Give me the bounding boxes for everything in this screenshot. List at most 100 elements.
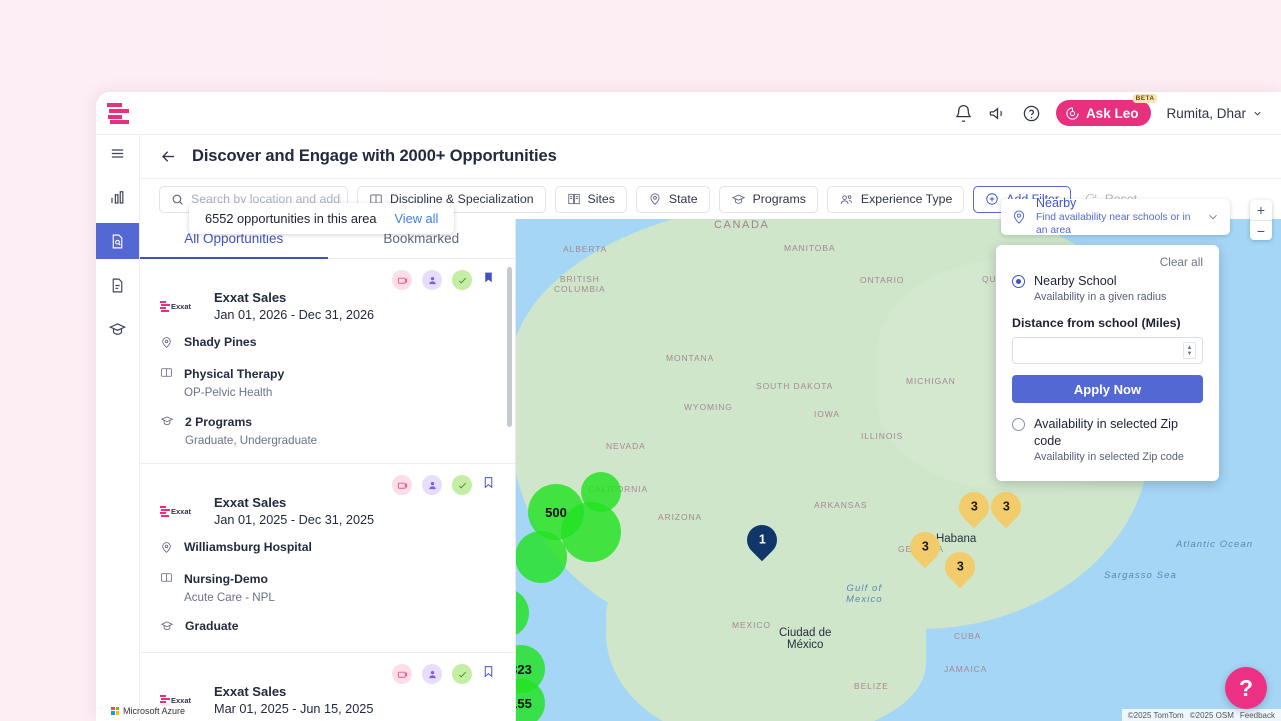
state-filter-chip[interactable]: State xyxy=(635,185,710,213)
camera-icon[interactable] xyxy=(392,664,412,684)
microsoft-logo-icon xyxy=(111,706,119,715)
camera-icon[interactable] xyxy=(392,270,412,290)
distance-input-wrapper[interactable]: ▲ ▼ xyxy=(1012,337,1203,365)
bookmark-icon[interactable] xyxy=(482,269,495,291)
map-landmass-mexico xyxy=(606,549,926,721)
apply-now-button[interactable]: Apply Now xyxy=(1012,375,1203,404)
card-dates: Jan 01, 2026 - Dec 31, 2026 xyxy=(214,307,375,322)
person-icon[interactable] xyxy=(422,664,442,684)
check-icon[interactable] xyxy=(452,475,472,496)
card-dates: Jan 01, 2025 - Dec 31, 2025 xyxy=(214,512,375,527)
bookmark-icon[interactable] xyxy=(482,663,495,685)
camera-icon[interactable] xyxy=(392,475,412,496)
opportunity-card[interactable]: Exxat Exxat Sales Mar 01, 2025 - Jun 15,… xyxy=(140,653,515,721)
page-title: Discover and Engage with 2000+ Opportuni… xyxy=(192,147,557,165)
map-pin[interactable]: 3 xyxy=(952,485,996,529)
card-org-name: Exxat Sales xyxy=(214,495,287,511)
map-cluster[interactable]: 612 xyxy=(516,588,529,638)
programs-filter-label: Programs xyxy=(752,192,806,206)
nearby-dropdown-header[interactable]: Nearby Find availability near schools or… xyxy=(1001,196,1230,236)
card-programs: Graduate xyxy=(185,619,239,633)
map-pin[interactable]: 1 xyxy=(740,518,784,562)
zip-code-option[interactable]: Availability in selected Zip code Availa… xyxy=(1012,416,1203,465)
back-arrow-icon[interactable] xyxy=(159,147,178,166)
nearby-school-sub: Availability in a given radius xyxy=(1034,291,1167,303)
top-bar: Ask Leo BETA Rumita, Dhar xyxy=(96,92,1281,135)
experience-type-filter-chip[interactable]: Experience Type xyxy=(826,185,965,213)
hamburger-icon[interactable] xyxy=(96,135,139,171)
bell-icon[interactable] xyxy=(954,104,973,123)
card-programs: 2 Programs xyxy=(185,414,253,429)
chevron-down-icon xyxy=(1252,108,1263,119)
user-menu[interactable]: Rumita, Dhar xyxy=(1166,106,1263,121)
check-icon[interactable] xyxy=(452,664,472,684)
bookmark-icon[interactable] xyxy=(482,474,495,496)
book-icon xyxy=(160,366,173,384)
sidebar-item-analytics[interactable] xyxy=(96,179,139,215)
card-programs-row: Graduate xyxy=(160,618,495,638)
map-pin[interactable]: 3 xyxy=(903,525,947,569)
card-location: Williamsburg Hospital xyxy=(184,540,312,555)
card-head: Exxat Exxat Sales Mar 01, 2025 - Jun 15,… xyxy=(160,683,495,718)
nearby-subtitle: Find availability near schools or in an … xyxy=(1036,211,1191,236)
left-rail xyxy=(96,135,140,721)
user-name-label: Rumita, Dhar xyxy=(1166,105,1246,121)
graduation-cap-icon xyxy=(160,619,174,638)
graduation-cap-icon xyxy=(160,414,174,433)
map-cluster[interactable] xyxy=(561,502,621,562)
map-label: JAMAICA xyxy=(944,664,988,674)
graduation-cap-icon xyxy=(731,192,746,207)
sites-filter-chip[interactable]: Sites xyxy=(554,185,627,213)
ask-leo-container: Ask Leo BETA xyxy=(1055,94,1158,126)
opportunity-card[interactable]: Exxat Exxat Sales Jan 01, 2026 - Dec 31,… xyxy=(140,259,515,465)
sidebar-item-programs[interactable] xyxy=(96,311,139,347)
map-pin[interactable]: 3 xyxy=(938,545,982,589)
zoom-out-button[interactable]: − xyxy=(1250,220,1272,240)
help-circle-icon[interactable] xyxy=(1022,104,1041,123)
card-dates: Mar 01, 2025 - Jun 15, 2025 xyxy=(214,701,374,716)
card-discipline: Nursing-Demo xyxy=(184,572,268,587)
map-pin[interactable]: 3 xyxy=(984,485,1028,529)
map-cluster[interactable] xyxy=(581,472,621,512)
ask-leo-label: Ask Leo xyxy=(1085,105,1139,121)
nearby-school-option[interactable]: Nearby School Availability in a given ra… xyxy=(1012,273,1203,305)
map-zoom-controls: + − xyxy=(1250,200,1272,240)
map-results-banner: 6552 opportunities in this area View all xyxy=(189,203,455,234)
zip-code-radio[interactable] xyxy=(1012,418,1025,432)
card-location: Shady Pines xyxy=(184,334,257,349)
card-specialization: OP-Pelvic Health xyxy=(184,385,273,399)
stepper-down-icon[interactable]: ▼ xyxy=(1187,351,1193,357)
sidebar-item-documents[interactable] xyxy=(96,267,139,303)
opportunity-cards-scroll[interactable]: Exxat Exxat Sales Jan 01, 2026 - Dec 31,… xyxy=(140,259,515,721)
exxat-logo[interactable] xyxy=(96,102,140,124)
distance-label: Distance from school (Miles) xyxy=(1012,316,1181,331)
book-icon xyxy=(160,571,173,589)
check-icon[interactable] xyxy=(452,270,472,290)
help-fab-button[interactable]: ? xyxy=(1225,667,1267,709)
map-cluster[interactable]: 155 xyxy=(516,679,545,721)
sidebar-item-opportunities[interactable] xyxy=(96,223,139,259)
map-label: CUBA xyxy=(954,631,982,641)
ask-leo-button[interactable]: Ask Leo xyxy=(1055,100,1152,126)
programs-filter-chip[interactable]: Programs xyxy=(718,185,818,213)
plus-circle-icon xyxy=(985,192,999,206)
zip-code-label: Availability in selected Zip code xyxy=(1034,417,1178,449)
experience-type-filter-label: Experience Type xyxy=(860,192,953,206)
person-icon[interactable] xyxy=(422,475,442,496)
map-label: Sargasso Sea xyxy=(1104,570,1177,581)
opportunity-card[interactable]: Exxat Exxat Sales Jan 01, 2025 - Dec 31,… xyxy=(140,464,515,653)
nearby-title: Nearby xyxy=(1036,196,1077,211)
map-cluster[interactable] xyxy=(516,531,567,583)
nearby-school-radio[interactable] xyxy=(1012,275,1025,288)
distance-input[interactable] xyxy=(1021,343,1183,358)
distance-stepper[interactable]: ▲ ▼ xyxy=(1183,342,1196,360)
megaphone-icon[interactable] xyxy=(988,104,1007,123)
attrib-feedback[interactable]: Feedback xyxy=(1240,711,1275,720)
zoom-in-button[interactable]: + xyxy=(1250,200,1272,220)
clear-all-button[interactable]: Clear all xyxy=(1012,255,1203,269)
card-programs-sub: Graduate, Undergraduate xyxy=(185,433,318,447)
person-icon[interactable] xyxy=(422,270,442,290)
chevron-down-icon[interactable] xyxy=(1206,210,1220,224)
view-all-link[interactable]: View all xyxy=(394,211,438,226)
people-icon xyxy=(839,192,854,207)
